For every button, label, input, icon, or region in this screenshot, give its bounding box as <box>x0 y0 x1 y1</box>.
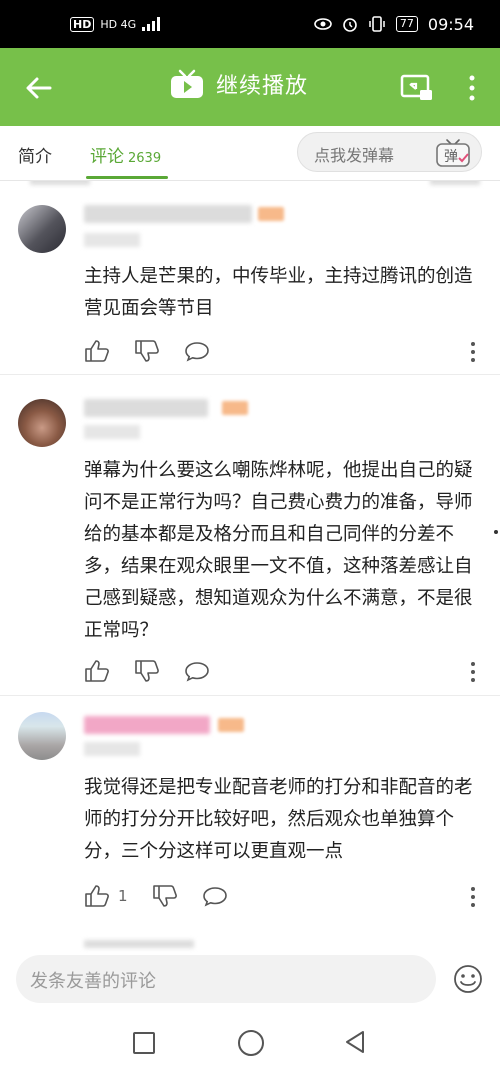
thumbs-down-icon[interactable] <box>134 659 160 683</box>
level-badge <box>218 718 244 732</box>
thumbs-up-icon[interactable] <box>84 659 110 683</box>
thumbs-down-icon[interactable] <box>134 339 160 363</box>
previous-comment-edge <box>0 181 500 189</box>
username[interactable] <box>84 205 252 223</box>
comment-text: 我觉得还是把专业配音老师的打分和非配音的老师的打分分开比较好吧，然后观众也单独算… <box>84 777 473 862</box>
thumbs-up-icon[interactable] <box>84 339 110 363</box>
clock: 09:54 <box>427 14 474 34</box>
like-count: 1 <box>118 887 128 905</box>
status-right: 77 09:54 <box>314 15 474 34</box>
comment-item: 弹幕为什么要这么嘲陈烨林呢，他提出自己的疑问不是正常行为吗？自己费心费力的准备，… <box>0 375 500 696</box>
home-circle-icon[interactable] <box>238 1030 264 1056</box>
level-badge <box>222 401 248 415</box>
tab-intro[interactable]: 简介 <box>18 142 52 167</box>
danmu-placeholder: 点我发弹幕 <box>314 146 395 165</box>
comments-count: 2639 <box>128 151 162 166</box>
battery-level: 77 <box>395 16 418 32</box>
recents-square-icon[interactable] <box>133 1032 155 1054</box>
comment-more-icon[interactable] <box>470 886 476 908</box>
danmu-icon-label: 弹 <box>444 149 458 165</box>
tab-active-indicator <box>86 176 168 179</box>
danmu-toggle-icon[interactable]: 弹 <box>433 137 473 169</box>
more-vertical-icon[interactable] <box>462 72 482 104</box>
back-arrow-icon[interactable] <box>24 73 54 103</box>
signal-icon <box>142 17 161 31</box>
comment-input[interactable]: 发条友善的评论 <box>16 955 436 1003</box>
username[interactable] <box>84 399 208 417</box>
avatar[interactable] <box>18 399 66 447</box>
reply-bubble-icon[interactable] <box>184 659 210 683</box>
network-label: HD 4G <box>100 17 137 31</box>
comment-time <box>84 233 140 247</box>
comment-text: 弹幕为什么要这么嘲陈烨林呢，他提出自己的疑问不是正常行为吗？自己费心费力的准备，… <box>84 460 473 641</box>
tv-play-icon <box>171 69 203 98</box>
avatar[interactable] <box>18 712 66 760</box>
thumbs-down-icon[interactable] <box>152 884 178 908</box>
status-bar: HD HD 4G 77 09:54 <box>0 0 500 48</box>
comment-actions <box>84 339 210 363</box>
app-bar-title: 继续播放 <box>216 74 309 99</box>
cast-screen-icon[interactable] <box>400 72 434 104</box>
comment-item: 主持人是芒果的，中传毕业，主持过腾讯的创造营见面会等节目 <box>0 189 500 375</box>
comment-actions: 1 <box>84 884 228 908</box>
comment-time <box>84 425 140 439</box>
network-indicators: HD HD 4G <box>70 16 164 32</box>
vibrate-icon <box>369 16 385 32</box>
tab-comments[interactable]: 评论 2639 <box>90 142 161 167</box>
comment-time <box>84 742 140 756</box>
next-comment-edge <box>84 940 194 948</box>
back-triangle-icon[interactable] <box>344 1030 366 1054</box>
hd-badge: HD <box>70 16 95 32</box>
username[interactable] <box>84 716 210 734</box>
alarm-icon <box>343 18 357 32</box>
app-bar: 继续播放 <box>0 48 500 126</box>
level-badge <box>258 207 284 221</box>
comment-item: 我觉得还是把专业配音老师的打分和非配音的老师的打分分开比较好吧，然后观众也单独算… <box>0 696 500 945</box>
comment-more-icon[interactable] <box>470 341 476 363</box>
reply-bubble-icon[interactable] <box>202 884 228 908</box>
emoji-icon[interactable] <box>452 963 484 995</box>
comment-text: 主持人是芒果的，中传毕业，主持过腾讯的创造营见面会等节目 <box>84 266 473 319</box>
avatar[interactable] <box>18 205 66 253</box>
scroll-marker <box>494 530 498 534</box>
eye-icon <box>314 18 332 30</box>
comment-actions <box>84 659 210 683</box>
continue-play-button[interactable]: 继续播放 <box>170 68 308 100</box>
thumbs-up-icon[interactable] <box>84 884 110 908</box>
comment-more-icon[interactable] <box>470 661 476 683</box>
danmu-input[interactable]: 点我发弹幕 弹 <box>297 132 482 172</box>
reply-bubble-icon[interactable] <box>184 339 210 363</box>
tab-comments-label: 评论 <box>90 147 124 167</box>
comment-input-placeholder: 发条友善的评论 <box>30 971 156 992</box>
